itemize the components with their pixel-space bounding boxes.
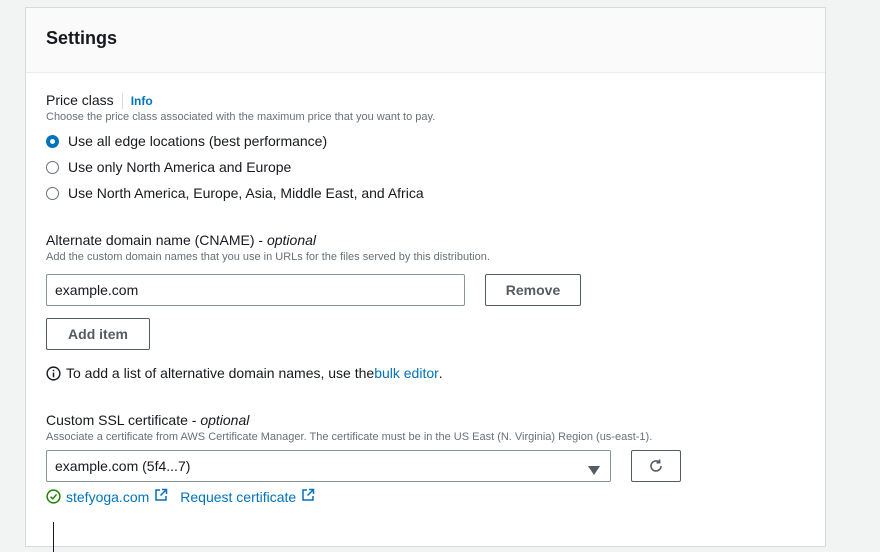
request-certificate-link[interactable]: Request certificate xyxy=(180,489,296,505)
cname-label-text: Alternate domain name (CNAME) - xyxy=(46,232,267,248)
bulk-editor-link[interactable]: bulk editor xyxy=(374,365,439,381)
label-divider xyxy=(121,93,123,110)
ssl-status-row: stefyoga.com Request certificate xyxy=(46,488,315,505)
panel-header: Settings xyxy=(26,8,825,73)
ssl-certificate-select[interactable]: example.com (5f4...7) xyxy=(46,450,611,482)
price-class-description: Choose the price class associated with t… xyxy=(46,111,436,123)
remove-button[interactable]: Remove xyxy=(485,274,581,306)
price-class-option-label: Use North America, Europe, Asia, Middle … xyxy=(68,185,424,201)
refresh-button[interactable] xyxy=(631,450,681,482)
success-check-icon xyxy=(46,489,61,504)
caret-down-icon xyxy=(588,462,600,478)
note-suffix: . xyxy=(438,365,443,381)
price-class-option-na-europe[interactable]: Use only North America and Europe xyxy=(46,158,291,176)
price-class-label-row: Price class Info xyxy=(46,92,153,110)
price-class-option-na-eu-asia[interactable]: Use North America, Europe, Asia, Middle … xyxy=(46,184,424,202)
ssl-label-text: Custom SSL certificate - xyxy=(46,412,201,428)
settings-panel: Settings Price class Info Choose the pric… xyxy=(25,7,826,552)
optional-tag: optional xyxy=(200,412,250,428)
cname-label: Alternate domain name (CNAME) - optional xyxy=(46,232,316,248)
info-circle-icon xyxy=(46,365,61,381)
price-class-option-label: Use only North America and Europe xyxy=(68,159,292,175)
cname-input[interactable] xyxy=(46,274,465,306)
radio-unchecked-icon[interactable] xyxy=(46,160,59,174)
add-item-button[interactable]: Add item xyxy=(46,318,150,350)
certificate-domain-link[interactable]: stefyoga.com xyxy=(66,489,149,505)
bulk-editor-note: To add a list of alternative domain name… xyxy=(46,365,443,381)
price-class-info-link[interactable]: Info xyxy=(131,94,153,108)
refresh-icon xyxy=(648,458,664,474)
ssl-selected-value: example.com (5f4...7) xyxy=(55,458,191,474)
divider-line xyxy=(53,522,54,552)
cname-description: Add the custom domain names that you use… xyxy=(46,251,490,263)
ssl-description: Associate a certificate from AWS Certifi… xyxy=(46,431,653,443)
radio-unchecked-icon[interactable] xyxy=(46,186,59,200)
ssl-label: Custom SSL certificate - optional xyxy=(46,412,249,428)
optional-tag: optional xyxy=(266,232,317,248)
note-prefix: To add a list of alternative domain name… xyxy=(66,365,375,381)
external-link-icon[interactable] xyxy=(154,488,168,505)
external-link-icon[interactable] xyxy=(301,488,315,505)
price-class-option-all[interactable]: Use all edge locations (best performance… xyxy=(46,132,327,150)
price-class-label: Price class xyxy=(46,92,114,108)
panel-title: Settings xyxy=(46,28,118,48)
radio-checked-icon[interactable] xyxy=(46,134,59,148)
price-class-option-label: Use all edge locations (best performance… xyxy=(68,133,328,149)
